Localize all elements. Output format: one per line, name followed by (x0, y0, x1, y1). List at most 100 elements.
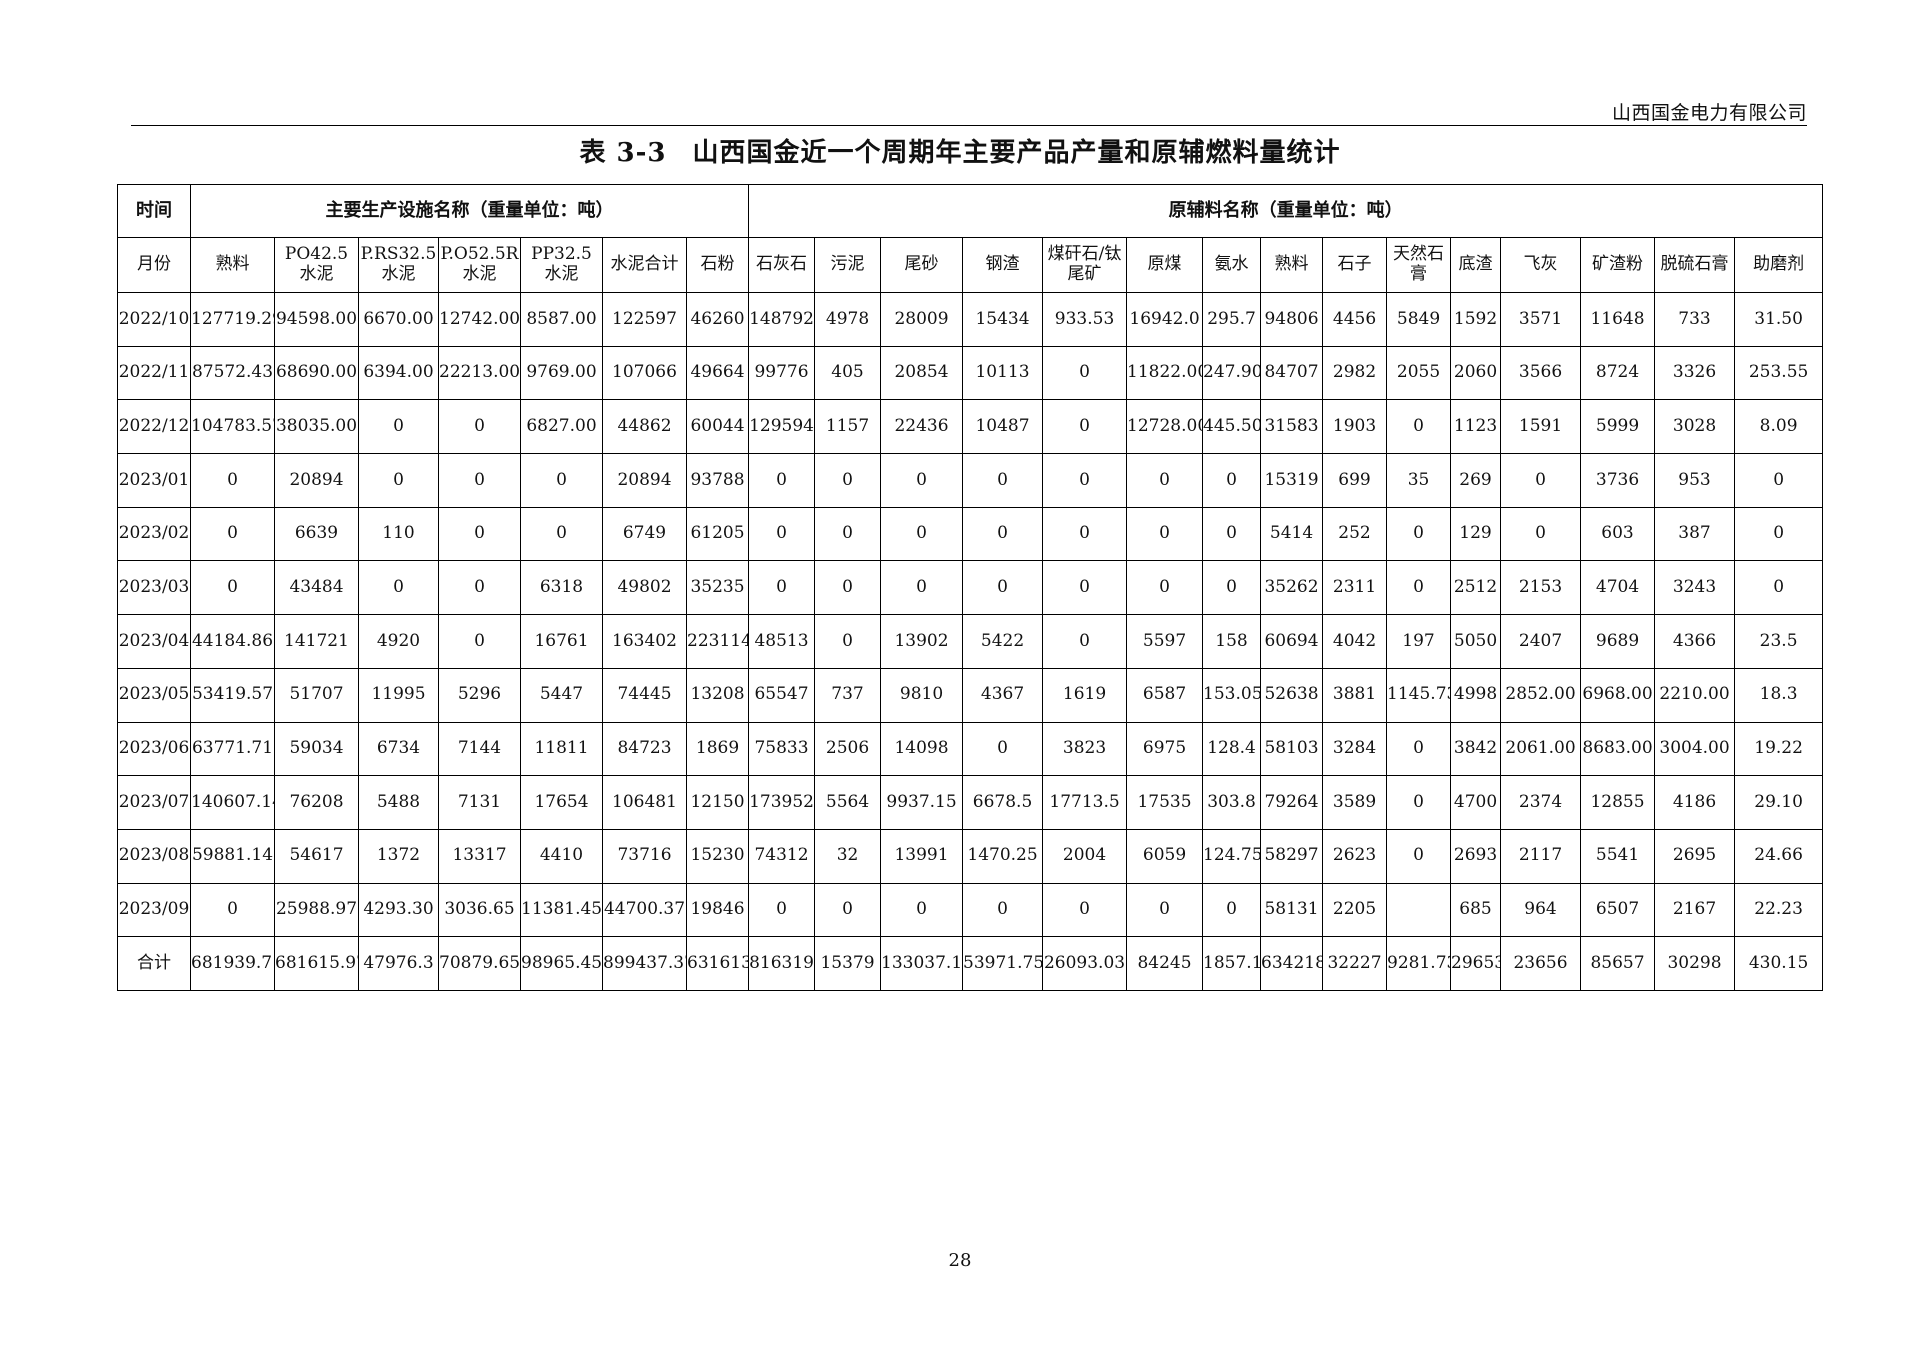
table-cell: 2210.00 (1654, 667, 1736, 723)
table-cell: 0 (1386, 775, 1452, 830)
table-cell: 127719.29 (190, 292, 275, 347)
column-header: 矿渣粉 (1580, 237, 1656, 293)
table-cell: 106481 (602, 775, 687, 830)
table-cell: 0 (1042, 560, 1128, 616)
table-cell: 6678.5 (962, 775, 1044, 830)
table-cell: 52638 (1260, 667, 1324, 723)
table-cell: 29653 (1450, 936, 1502, 991)
table-cell: 2407 (1500, 614, 1582, 669)
table-cell: 6734 (358, 721, 439, 777)
table-cell: 9689 (1580, 614, 1656, 669)
column-header: 钢渣 (962, 237, 1044, 293)
table-cell: 2852.00 (1500, 667, 1582, 723)
table-cell: 0 (748, 506, 816, 562)
table-cell: 19.22 (1734, 721, 1824, 777)
table-cell: 0 (1126, 453, 1204, 508)
table-cell: 0 (1386, 828, 1452, 884)
table-cell: 2004 (1042, 828, 1128, 884)
table-cell: 68690.00 (274, 345, 359, 401)
table-cell: 0 (1386, 560, 1452, 616)
table-cell: 0 (962, 721, 1044, 777)
column-header: 原煤 (1126, 237, 1204, 293)
table-cell: 85657 (1580, 936, 1656, 991)
table-cell: 2055 (1386, 345, 1452, 401)
table-cell: 0 (1386, 721, 1452, 777)
table-cell: 15230 (685, 828, 750, 884)
table-cell: 84245 (1126, 936, 1204, 991)
table-cell: 173952 (748, 775, 816, 830)
table-cell: 4410 (520, 828, 603, 884)
table-cell: 0 (1042, 614, 1128, 669)
table-cell: 4042 (1322, 614, 1388, 669)
table-cell: 24.66 (1734, 828, 1824, 884)
table-cell: 5422 (962, 614, 1044, 669)
table-cell: 70879.65 (438, 936, 521, 991)
table-cell: 3284 (1322, 721, 1388, 777)
table-cell: 75833 (748, 721, 816, 777)
table-cell: 5488 (358, 775, 439, 830)
table-cell: 0 (880, 882, 964, 938)
table-cell: 99776 (748, 345, 816, 401)
table-cell: 74312 (748, 828, 816, 884)
table-cell: 1619 (1042, 667, 1128, 723)
table-cell: 0 (1126, 882, 1204, 938)
table-cell: 295.7 (1202, 292, 1262, 347)
table-cell: 26093.03 (1042, 936, 1128, 991)
table-cell: 13317 (438, 828, 521, 884)
column-header: P.RS32.5 水泥 (358, 237, 439, 293)
table-cell: 6394.00 (358, 345, 439, 401)
header-company: 山西国金电力有限公司 (1611, 102, 1807, 124)
table-label: 表 3-3 (579, 138, 667, 168)
table-cell: 0 (190, 453, 275, 508)
table-cell: 16942.0 (1126, 292, 1204, 347)
table-cell: 0 (1500, 453, 1582, 508)
table-cell: 387 (1654, 506, 1736, 562)
table-cell: 0 (962, 453, 1044, 508)
table-cell: 1123 (1450, 399, 1502, 455)
table-cell: 0 (358, 399, 439, 455)
table-cell: 9810 (880, 667, 964, 723)
table-cell: 3004.00 (1654, 721, 1736, 777)
table-cell: 0 (358, 560, 439, 616)
table-cell: 13902 (880, 614, 964, 669)
table-cell: 7131 (438, 775, 521, 830)
table-cell: 10113 (962, 345, 1044, 401)
table-cell: 3566 (1500, 345, 1582, 401)
table-cell: 1157 (814, 399, 882, 455)
column-header: 飞灰 (1500, 237, 1582, 293)
table-cell: 0 (1386, 399, 1452, 455)
table-cell: 1591 (1500, 399, 1582, 455)
table-cell: 0 (1734, 560, 1824, 616)
table-cell: 23656 (1500, 936, 1582, 991)
section-time: 时间 (117, 184, 191, 238)
table-cell: 1372 (358, 828, 439, 884)
table-cell: 129594 (748, 399, 816, 455)
table-cell: 0 (1042, 453, 1128, 508)
table-cell: 59034 (274, 721, 359, 777)
table-cell: 104783.57 (190, 399, 275, 455)
table-cell: 29.10 (1734, 775, 1824, 830)
section-header-row: 时间 主要生产设施名称（重量单位：吨） 原辅料名称（重量单位：吨） (117, 184, 1824, 238)
table-cell: 94806 (1260, 292, 1324, 347)
table-cell: 133037.15 (880, 936, 964, 991)
table-cell: 153.05 (1202, 667, 1262, 723)
table-cell: 737 (814, 667, 882, 723)
table-cell: 4293.30 (358, 882, 439, 938)
table-cell: 60044 (685, 399, 750, 455)
table-cell: 84707 (1260, 345, 1324, 401)
table-cell: 269 (1450, 453, 1502, 508)
table-cell: 2623 (1322, 828, 1388, 884)
table-cell: 0 (438, 453, 521, 508)
table-cell: 3243 (1654, 560, 1736, 616)
table-cell: 2153 (1500, 560, 1582, 616)
table-cell: 58297 (1260, 828, 1324, 884)
section-products: 主要生产设施名称（重量单位：吨） (189, 184, 750, 238)
table-cell: 48513 (748, 614, 816, 669)
column-header: 脱硫石膏 (1654, 237, 1736, 293)
table-row: 2022/12 104783.57 38035.00 0 0 6827.00 44862 60… (117, 399, 1824, 455)
table-row: 2023/09 0 25988.97 4293.30 3036.65 11381.45 44… (117, 882, 1824, 938)
table-cell: 12728.00 (1126, 399, 1204, 455)
table-cell: 3842 (1450, 721, 1502, 777)
table-cell: 4920 (358, 614, 439, 669)
table-cell: 0 (814, 882, 882, 938)
